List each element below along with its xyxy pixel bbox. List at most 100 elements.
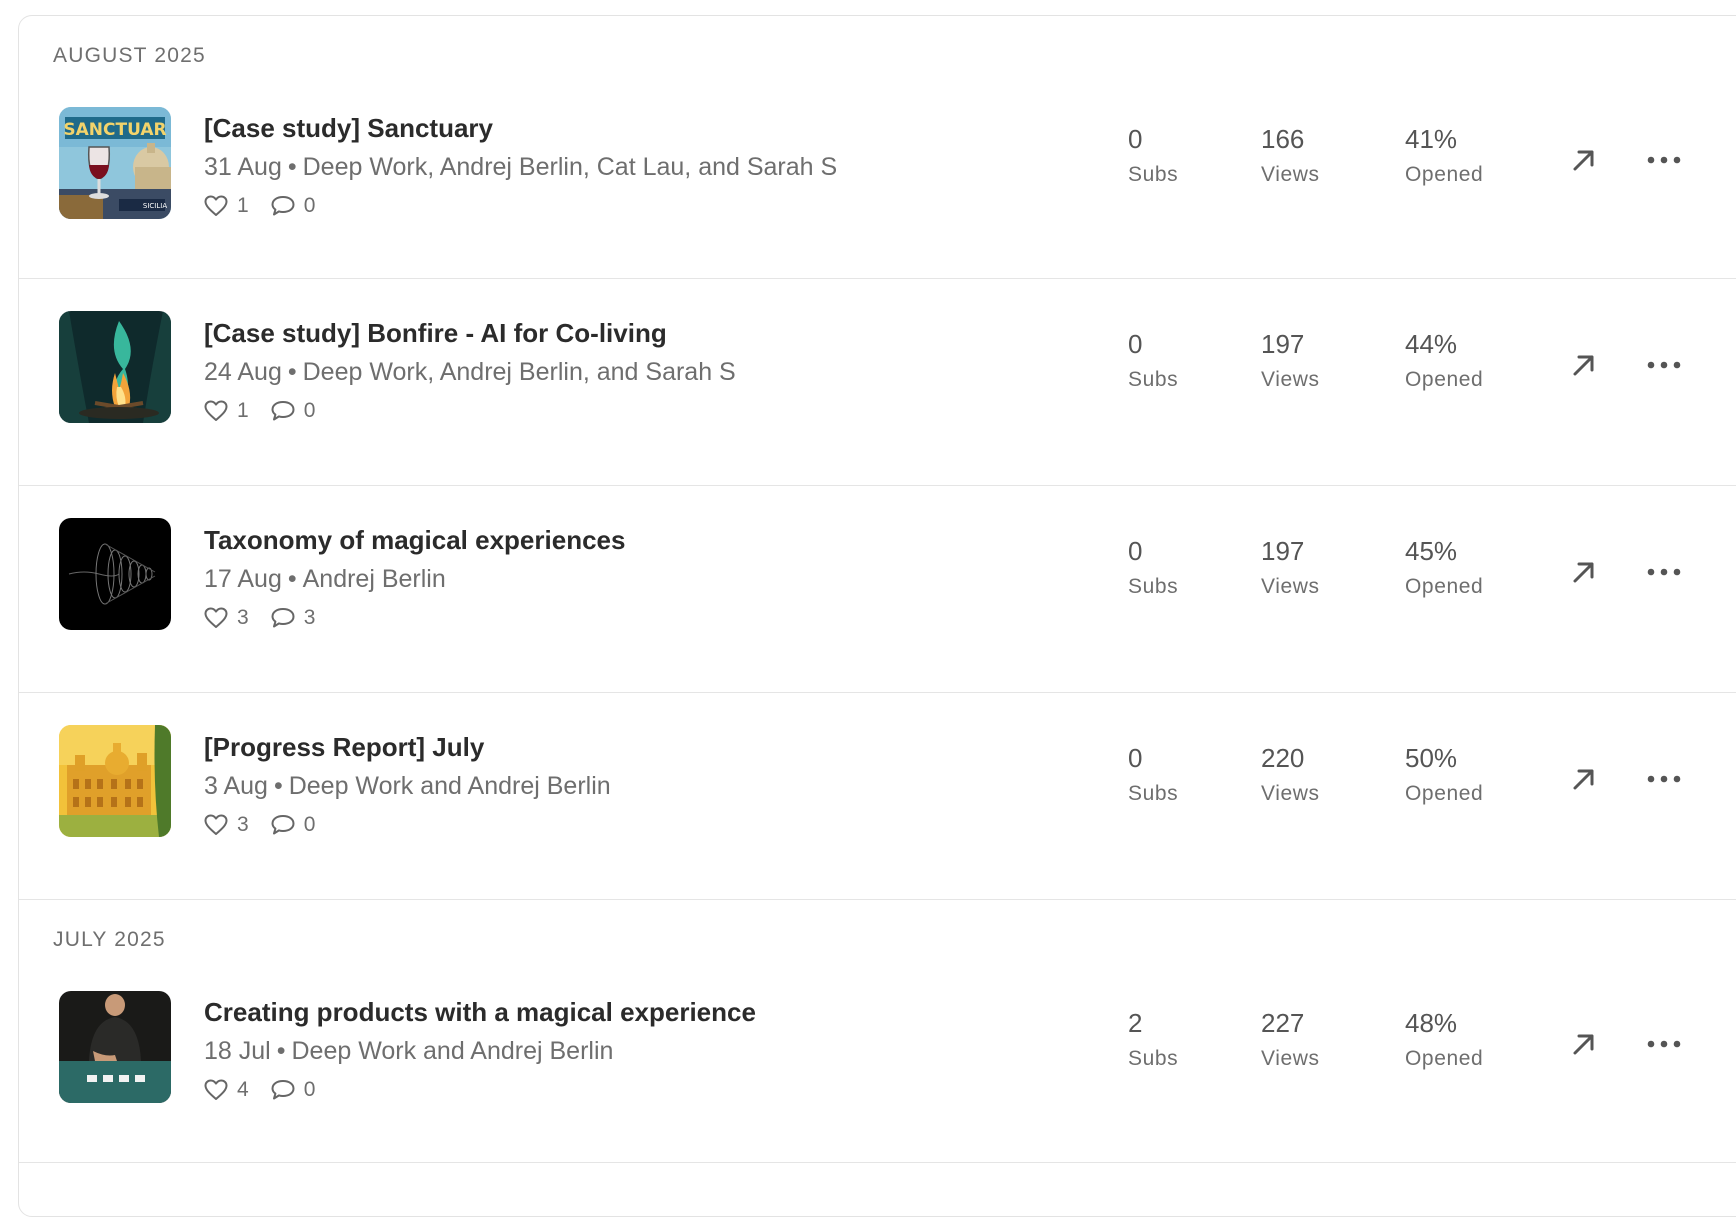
likes[interactable]: 4 — [204, 1078, 249, 1102]
meta-separator: • — [287, 565, 297, 593]
post-thumbnail[interactable]: SANCTUAR SICILIA — [59, 107, 171, 219]
comment-bubble-icon — [271, 196, 295, 216]
subs-label: Subs — [1128, 782, 1179, 805]
views-value: 166 — [1261, 124, 1305, 154]
post-date: 18 Jul — [204, 1037, 271, 1065]
views-stat: 220 Views — [1261, 743, 1320, 806]
posts-panel: AUGUST 2025 SANCTUAR SICILIA [Case study… — [18, 15, 1736, 1217]
post-thumbnail[interactable] — [59, 518, 171, 630]
subs-value: 0 — [1128, 329, 1143, 359]
comments-count: 3 — [303, 606, 316, 629]
views-stat: 227 Views — [1261, 1008, 1320, 1071]
post-thumbnail[interactable] — [59, 725, 171, 837]
comments-count: 0 — [303, 194, 316, 217]
opened-stat: 50% Opened — [1405, 743, 1483, 806]
views-label: Views — [1261, 1047, 1320, 1070]
views-value: 197 — [1261, 329, 1305, 359]
more-horizontal-icon — [1647, 1040, 1681, 1048]
post-thumbnail[interactable] — [59, 311, 171, 423]
likes-count: 4 — [237, 1078, 249, 1101]
post-authors: Deep Work and Andrej Berlin — [291, 1037, 614, 1065]
subs-label: Subs — [1128, 575, 1179, 598]
post-title[interactable]: Taxonomy of magical experiences — [204, 524, 625, 556]
opened-value: 44% — [1405, 329, 1458, 359]
subs-stat: 0 Subs — [1128, 329, 1178, 392]
opened-label: Opened — [1405, 163, 1484, 186]
open-post-button[interactable] — [1564, 140, 1604, 180]
comments-count: 0 — [303, 1078, 316, 1101]
subs-value: 2 — [1128, 1008, 1143, 1038]
opened-label: Opened — [1405, 368, 1484, 391]
comments[interactable]: 0 — [271, 1078, 316, 1102]
post-row[interactable]: [Progress Report] July 3 Aug • Deep Work a… — [19, 693, 1736, 900]
post-date: 24 Aug — [204, 358, 282, 386]
comments[interactable]: 3 — [271, 606, 316, 630]
post-row[interactable]: [Case study] Bonfire - AI for Co-living … — [19, 279, 1736, 486]
likes[interactable]: 1 — [204, 399, 249, 423]
meta-separator: • — [287, 153, 297, 181]
comment-bubble-icon — [271, 815, 295, 835]
more-options-button[interactable] — [1644, 759, 1684, 799]
post-authors: Deep Work, Andrej Berlin, Cat Lau, and S… — [302, 153, 838, 181]
likes-count: 1 — [237, 399, 249, 422]
meta-separator: • — [276, 1037, 286, 1065]
views-stat: 166 Views — [1261, 124, 1320, 187]
post-title[interactable]: Creating products with a magical experie… — [204, 996, 756, 1028]
likes[interactable]: 3 — [204, 606, 249, 630]
post-row[interactable]: Creating products with a magical experie… — [19, 974, 1736, 1163]
opened-stat: 41% Opened — [1405, 124, 1483, 187]
heart-icon — [204, 400, 228, 421]
opened-label: Opened — [1405, 1047, 1484, 1070]
post-title[interactable]: [Progress Report] July — [204, 731, 611, 763]
open-post-button[interactable] — [1564, 345, 1604, 385]
arrow-up-right-icon — [1573, 562, 1594, 583]
heart-icon — [204, 814, 228, 835]
open-post-button[interactable] — [1564, 552, 1604, 592]
comment-bubble-icon — [271, 608, 295, 628]
opened-stat: 44% Opened — [1405, 329, 1483, 392]
post-meta: 24 Aug • Deep Work, Andrej Berlin, and Sar… — [204, 357, 736, 387]
open-post-button[interactable] — [1564, 759, 1604, 799]
subs-stat: 0 Subs — [1128, 124, 1178, 187]
post-date: 17 Aug — [204, 565, 282, 593]
section-header-august-2025: AUGUST 2025 — [53, 44, 206, 67]
likes[interactable]: 1 — [204, 194, 249, 218]
opened-stat: 48% Opened — [1405, 1008, 1483, 1071]
post-date: 3 Aug — [204, 772, 268, 800]
arrow-up-right-icon — [1573, 355, 1594, 376]
views-value: 197 — [1261, 536, 1305, 566]
arrow-up-right-icon — [1573, 150, 1594, 171]
more-options-button[interactable] — [1644, 552, 1684, 592]
opened-value: 50% — [1405, 743, 1458, 773]
post-authors: Deep Work, Andrej Berlin, and Sarah S — [302, 358, 736, 386]
comments[interactable]: 0 — [271, 399, 315, 423]
comment-bubble-icon — [271, 1080, 295, 1100]
views-value: 220 — [1261, 743, 1305, 773]
post-date: 31 Aug — [204, 153, 282, 181]
views-label: Views — [1261, 368, 1320, 391]
post-title[interactable]: [Case study] Sanctuary — [204, 112, 837, 144]
post-row[interactable]: Taxonomy of magical experiences 17 Aug • A… — [19, 486, 1736, 693]
subs-value: 0 — [1128, 124, 1143, 154]
likes[interactable]: 3 — [204, 813, 249, 837]
more-horizontal-icon — [1647, 775, 1681, 783]
more-horizontal-icon — [1647, 156, 1681, 164]
post-title[interactable]: [Case study] Bonfire - AI for Co-living — [204, 317, 736, 349]
more-options-button[interactable] — [1644, 345, 1684, 385]
post-meta: 31 Aug • Deep Work, Andrej Berlin, Cat Lau… — [204, 152, 837, 182]
post-authors: Andrej Berlin — [302, 565, 446, 593]
comments[interactable]: 0 — [271, 194, 316, 218]
comments[interactable]: 0 — [271, 813, 315, 837]
opened-stat: 45% Opened — [1405, 536, 1483, 599]
post-row[interactable]: SANCTUAR SICILIA [Case study] Sanctuary … — [19, 90, 1736, 279]
arrow-up-right-icon — [1573, 1034, 1594, 1055]
open-post-button[interactable] — [1564, 1024, 1604, 1064]
subs-label: Subs — [1128, 163, 1179, 186]
views-label: Views — [1261, 163, 1320, 186]
subs-value: 0 — [1128, 536, 1143, 566]
more-options-button[interactable] — [1644, 140, 1684, 180]
post-thumbnail[interactable] — [59, 991, 171, 1103]
subs-stat: 0 Subs — [1128, 536, 1178, 599]
more-options-button[interactable] — [1644, 1024, 1684, 1064]
views-stat: 197 Views — [1261, 536, 1320, 599]
